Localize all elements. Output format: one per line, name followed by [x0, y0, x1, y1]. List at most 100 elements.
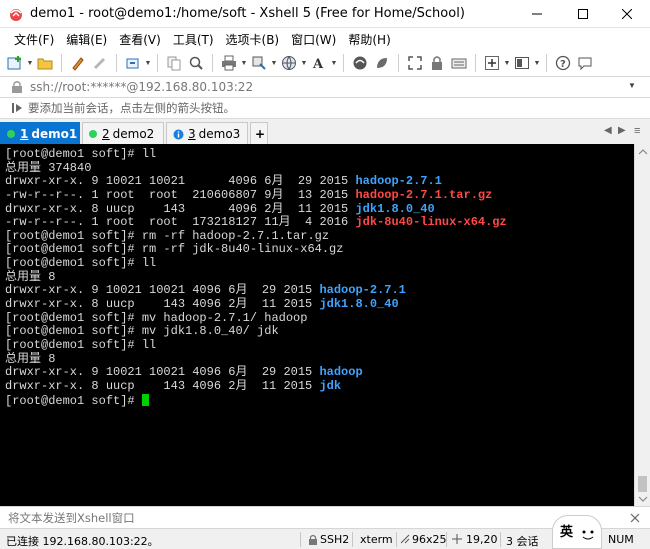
copy-button[interactable]	[163, 52, 185, 74]
menu-tab[interactable]: 选项卡(B)	[220, 31, 286, 48]
tab-demo3[interactable]: 3 demo3	[166, 122, 248, 145]
toolbar-separator	[212, 54, 213, 72]
new-session-dropdown[interactable]: ▼	[26, 52, 34, 74]
status-separator	[396, 532, 397, 547]
printer-icon	[222, 55, 236, 71]
open-folder-button[interactable]	[34, 52, 56, 74]
terminal-filename: jdk1.8.0_40	[319, 297, 399, 312]
tab-prev-icon[interactable]: ◀	[604, 125, 612, 136]
print-button[interactable]	[218, 52, 240, 74]
leaf-icon	[377, 58, 387, 68]
terminal-line: drwxr-xr-x. 9 10021 10021 4096 6月 29 201…	[5, 365, 634, 380]
xmanager-button[interactable]	[371, 52, 393, 74]
terminal-scrollbar[interactable]	[634, 144, 650, 506]
terminal-filename: jdk	[319, 378, 342, 393]
transfer-dropdown[interactable]: ▼	[270, 52, 278, 74]
compose-close-icon[interactable]	[630, 513, 640, 523]
terminal-filename: jdk1.8.0_40	[355, 201, 435, 216]
terminal-filename: hadoop-2.7.1	[355, 174, 442, 189]
tab-bar: 1 demo1 2 demo2 3 demo3 + ◀ ▶ ≡	[0, 118, 650, 145]
terminal-text: drwxr-xr-x. 9 10021 10021 4096 6月 29 201…	[5, 174, 356, 189]
scroll-up-icon[interactable]	[635, 146, 650, 158]
ime-mode-label: 英	[560, 524, 574, 539]
font-dropdown[interactable]: ▼	[330, 52, 338, 74]
transfer-button[interactable]	[248, 52, 270, 74]
scroll-thumb[interactable]	[638, 476, 647, 492]
terminal-line: 总用量 374840	[5, 160, 634, 176]
terminal-text: 总用量 8	[5, 269, 56, 284]
tab-demo2[interactable]: 2 demo2	[82, 122, 164, 145]
globe-dropdown[interactable]: ▼	[300, 52, 308, 74]
terminal-text: 总用量 374840	[5, 160, 92, 175]
menu-file[interactable]: 文件(F)	[8, 31, 60, 48]
help-icon: ?	[555, 55, 571, 71]
cursor-position-status: 19,20	[466, 533, 498, 546]
ime-face-icon	[582, 530, 594, 540]
tab-next-icon[interactable]: ▶	[618, 125, 626, 136]
ime-indicator[interactable]: 英	[552, 515, 602, 549]
address-field[interactable]: ssh://root:******@192.168.80.103:22	[30, 80, 253, 94]
session-bar-arrow-icon[interactable]	[12, 101, 24, 115]
title-bar: demo1 - root@demo1:/home/soft - Xshell 5…	[0, 0, 650, 28]
find-button[interactable]	[185, 52, 207, 74]
disconnect-button[interactable]	[89, 52, 111, 74]
add-button[interactable]	[481, 52, 503, 74]
address-bar[interactable]: ssh://root:******@192.168.80.103:22 ▼	[0, 76, 650, 98]
toolbar-separator	[343, 54, 344, 72]
reconnect-dropdown[interactable]: ▼	[144, 52, 152, 74]
lock-button[interactable]	[426, 52, 448, 74]
resize-icon	[400, 534, 410, 544]
font-button[interactable]: A	[308, 52, 330, 74]
tab-menu-icon[interactable]: ≡	[634, 125, 640, 137]
menu-view[interactable]: 查看(V)	[113, 31, 167, 48]
session-hint-bar: 要添加当前会话，点击左侧的箭头按钮。	[0, 98, 650, 118]
layout-dropdown[interactable]: ▼	[533, 52, 541, 74]
connected-status-icon	[89, 130, 97, 138]
terminal-screen[interactable]: [root@demo1 soft]# ll 总用量 374840 drwxr-xr-…	[0, 144, 634, 506]
keyboard-button[interactable]	[448, 52, 470, 74]
minimize-button[interactable]	[514, 0, 560, 28]
add-dropdown[interactable]: ▼	[503, 52, 511, 74]
terminal-line: [root@demo1 soft]# mv jdk1.8.0_40/ jdk	[5, 325, 634, 339]
terminal-line: drwxr-xr-x. 9 10021 10021 4096 6月 29 201…	[5, 174, 634, 189]
terminal-line: [root@demo1 soft]# ll	[5, 147, 634, 162]
tab-demo1[interactable]: 1 demo1	[0, 122, 80, 145]
cursor-position-icon	[452, 534, 462, 544]
help-button[interactable]: ?	[552, 52, 574, 74]
terminal-text: [root@demo1 soft]#	[5, 393, 142, 408]
protocol-status: SSH2	[320, 533, 350, 546]
tab-label: demo3	[198, 127, 241, 141]
new-tab-button[interactable]: +	[250, 122, 268, 145]
globe-button[interactable]	[278, 52, 300, 74]
xftp-button[interactable]	[349, 52, 371, 74]
maximize-icon	[578, 9, 588, 19]
menu-edit[interactable]: 编辑(E)	[60, 31, 113, 48]
menu-bar: 文件(F) 编辑(E) 查看(V) 工具(T) 选项卡(B) 窗口(W) 帮助(…	[0, 28, 650, 50]
layout-button[interactable]	[511, 52, 533, 74]
xshell-logo-icon	[10, 8, 22, 21]
tab-number: 3	[188, 127, 196, 141]
new-session-button[interactable]	[4, 52, 26, 74]
chat-button[interactable]	[574, 52, 596, 74]
session-count-status: 3 会话	[506, 535, 539, 548]
fullscreen-button[interactable]	[404, 52, 426, 74]
reconnect-button[interactable]	[122, 52, 144, 74]
terminal-line: [root@demo1 soft]# mv hadoop-2.7.1/ hado…	[5, 311, 634, 326]
address-dropdown-icon[interactable]: ▼	[628, 81, 636, 90]
print-dropdown[interactable]: ▼	[240, 52, 248, 74]
compose-input[interactable]: 将文本发送到Xshell窗口	[8, 510, 135, 526]
terminal-text: -rw-r--r--. 1 root root 173218127 11月 4 …	[5, 215, 356, 230]
menu-tools[interactable]: 工具(T)	[167, 31, 220, 48]
toolbar-separator	[116, 54, 117, 72]
terminal-text: drwxr-xr-x. 9 10021 10021 4096 6月 29 201…	[5, 365, 320, 380]
terminal-text: -rw-r--r--. 1 root root 210606807 9月 13 …	[5, 187, 356, 202]
menu-window[interactable]: 窗口(W)	[285, 31, 342, 48]
info-status-icon	[173, 129, 184, 139]
menu-help[interactable]: 帮助(H)	[342, 31, 396, 48]
close-button[interactable]	[604, 0, 650, 28]
properties-button[interactable]	[67, 52, 89, 74]
terminal-text: [root@demo1 soft]# rm -rf jdk-8u40-linux…	[5, 242, 344, 257]
maximize-button[interactable]	[560, 0, 606, 28]
status-separator	[500, 532, 501, 547]
scroll-down-icon[interactable]	[635, 493, 650, 505]
